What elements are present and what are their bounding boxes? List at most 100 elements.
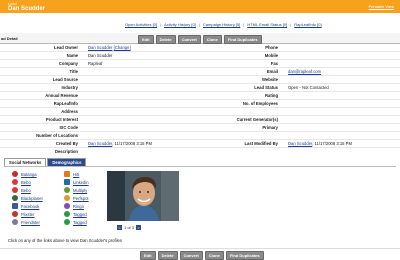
network-item[interactable]: Multiply	[64, 186, 87, 194]
field-label: Company	[58, 61, 78, 66]
detail-row: Product Interest Current Generator(s)	[0, 116, 400, 124]
field-label: Rating	[264, 93, 278, 98]
network-link[interactable]: Flixster	[21, 212, 35, 217]
lead-detail-grid: Lead Owner Dan Scudder [Change] Phone Na…	[0, 44, 400, 156]
field-value: Dan Scudder	[88, 53, 113, 58]
tagged-icon	[64, 211, 70, 217]
network-link[interactable]: Linkedin	[73, 180, 89, 185]
top-button-row: Edit Delete Convert Clone Find Duplicate…	[138, 35, 262, 44]
field-value: Rapleaf	[88, 61, 103, 66]
friendster-icon	[12, 219, 18, 225]
network-item[interactable]: Bebo	[12, 186, 31, 194]
detail-row: Industry Lead Status Open - Not Contacte…	[0, 84, 400, 92]
network-item[interactable]: Flixster	[12, 210, 35, 218]
field-label: Industry	[61, 85, 78, 90]
network-item[interactable]: Perfspot	[64, 194, 89, 202]
tab-social-networks[interactable]: Social Networks	[4, 158, 47, 166]
network-link[interactable]: Facebook	[21, 204, 39, 209]
field-value: dan@rapleaf.com	[288, 69, 321, 74]
field-label: Last Modified By	[244, 141, 278, 146]
network-link[interactable]: Friendster	[21, 220, 40, 225]
created-by-link[interactable]: Dan Scudder	[88, 141, 112, 146]
activity-history-link[interactable]: Activity History [0]	[164, 22, 196, 27]
edit-button[interactable]: Edit	[138, 35, 154, 44]
field-label: Title	[69, 69, 78, 74]
clone-button[interactable]: Clone	[204, 251, 224, 260]
network-item[interactable]: Linkedin	[64, 178, 89, 186]
convert-button[interactable]: Convert	[177, 35, 201, 44]
detail-row: Company Rapleaf Fax	[0, 60, 400, 68]
field-label: Fax	[270, 61, 278, 66]
campaign-history-link[interactable]: Campaign History [0]	[203, 22, 240, 27]
record-name: Dan Scudder	[8, 6, 46, 12]
bebo-icon	[12, 179, 18, 185]
field-label: Mobile	[264, 53, 278, 58]
network-link[interactable]: Bebo	[21, 180, 31, 185]
field-label: Lead Owner	[54, 45, 78, 50]
change-owner-link[interactable]: [Change]	[114, 45, 131, 50]
find-duplicates-button[interactable]: Find Duplicates	[223, 35, 262, 44]
network-item[interactable]: Bebo	[12, 178, 31, 186]
network-item[interactable]: Batanga	[12, 170, 37, 178]
field-label: Created By	[55, 141, 78, 146]
network-link[interactable]: Bebo	[21, 188, 31, 193]
delete-button[interactable]: Delete	[157, 251, 178, 260]
printable-view-link[interactable]: Printable View	[369, 4, 395, 9]
created-date: , 11/17/2008 3:15 PM	[112, 141, 152, 146]
edit-button[interactable]: Edit	[140, 251, 156, 260]
network-item[interactable]: Ringo	[64, 202, 84, 210]
clone-button[interactable]: Clone	[202, 35, 222, 44]
tagged-icon	[64, 219, 70, 225]
profile-tabs: Social Networks Demographics	[4, 158, 87, 166]
profile-photo[interactable]	[107, 171, 179, 221]
previous-photo-button[interactable]: <	[117, 225, 122, 230]
network-link[interactable]: Tagged	[73, 212, 87, 217]
field-label: Lead Status	[254, 85, 278, 90]
field-label: Email	[266, 69, 278, 74]
field-label: Address	[61, 109, 78, 114]
network-item[interactable]: Facebook	[12, 202, 39, 210]
last-modified-by-link[interactable]: Dan Scudder	[288, 141, 312, 146]
field-label: RapLeafInfo	[53, 101, 78, 106]
network-link[interactable]: Multiply	[73, 188, 87, 193]
detail-row: Number of Locations	[0, 132, 400, 140]
email-link[interactable]: dan@rapleaf.com	[288, 69, 321, 74]
batanga-icon	[12, 171, 18, 177]
network-link[interactable]: Hi5	[73, 172, 79, 177]
html-email-status-link[interactable]: HTML Email Status [0]	[247, 22, 287, 27]
network-link[interactable]: Perfspot	[73, 196, 89, 201]
next-photo-button[interactable]: >	[136, 225, 142, 230]
detail-row: Name Dan Scudder Mobile	[0, 52, 400, 60]
delete-button[interactable]: Delete	[155, 35, 176, 44]
bebo-icon	[12, 187, 18, 193]
lead-owner-link[interactable]: Dan Scudder	[88, 45, 112, 50]
network-link[interactable]: Batanga	[21, 172, 37, 177]
field-value: Dan Scudder, 11/17/2008 3:15 PM	[88, 141, 152, 146]
convert-button[interactable]: Convert	[179, 251, 203, 260]
flixster-icon	[12, 211, 18, 217]
lead-status-value: Open - Not Contacted	[288, 85, 329, 90]
hi5-icon	[64, 171, 70, 177]
open-activities-link[interactable]: Open Activities [0]	[125, 22, 157, 27]
network-link[interactable]: Ringo	[73, 204, 84, 209]
rapleafinfo-link[interactable]: RapLeafInfo [0]	[294, 22, 321, 27]
profile-photo-image	[107, 171, 179, 221]
network-item[interactable]: Blackplanet	[12, 194, 43, 202]
linkedin-icon	[64, 179, 70, 185]
find-duplicates-button[interactable]: Find Duplicates	[225, 251, 264, 260]
network-item[interactable]: Friendster	[12, 218, 40, 226]
perfspot-icon	[64, 195, 70, 201]
field-label: Phone	[265, 45, 278, 50]
network-link[interactable]: Blackplanet	[21, 196, 43, 201]
field-value: Dan Scudder [Change]	[88, 45, 131, 50]
field-label: Name	[66, 53, 78, 58]
tab-demographics[interactable]: Demographics	[47, 158, 87, 166]
network-link[interactable]: Tagged	[73, 220, 87, 225]
network-item[interactable]: Tagged	[64, 218, 87, 226]
network-item[interactable]: Tagged	[64, 210, 87, 218]
field-label: Annual Revenue	[45, 93, 78, 98]
field-label: Website	[262, 77, 278, 82]
network-item[interactable]: Hi5	[64, 170, 79, 178]
multiply-icon	[64, 187, 70, 193]
field-label: Lead Source	[52, 77, 78, 82]
